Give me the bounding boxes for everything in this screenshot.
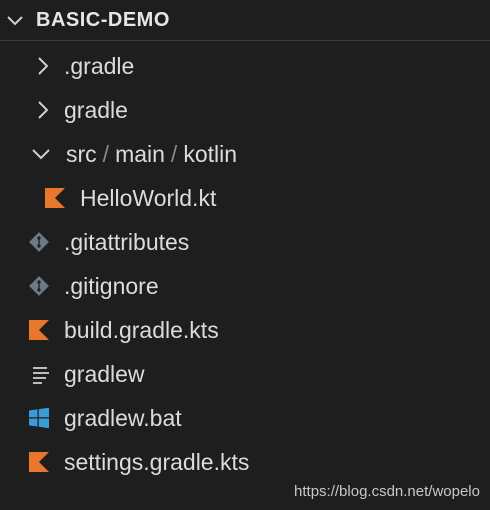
path-segment-src[interactable]: src	[66, 141, 97, 167]
tree-item-label: settings.gradle.kts	[64, 449, 250, 475]
chevron-right-icon	[38, 57, 49, 75]
tree-item-label: build.gradle.kts	[64, 317, 219, 343]
text-file-icon	[33, 367, 49, 384]
tree-item-gradle[interactable]: gradle	[0, 88, 490, 132]
tree-item-build-gradle-kts[interactable]: build.gradle.kts	[0, 308, 490, 352]
tree-item-gitattributes[interactable]: .gitattributes	[0, 220, 490, 264]
tree-item-gradlew[interactable]: gradlew	[0, 352, 490, 396]
path-separator: /	[102, 141, 110, 167]
git-file-icon	[29, 276, 49, 296]
tree-item-label: .gitattributes	[64, 229, 190, 255]
kotlin-file-icon	[45, 188, 65, 208]
tree-item-label: gradle	[64, 97, 128, 123]
kotlin-file-icon	[29, 320, 49, 340]
compact-folder-path: src / main / kotlin	[66, 141, 237, 168]
path-segment-main[interactable]: main	[115, 141, 165, 167]
git-file-icon	[29, 232, 49, 252]
path-separator: /	[170, 141, 178, 167]
chevron-down-icon[interactable]	[6, 12, 24, 30]
tree-item-label: gradlew.bat	[64, 405, 182, 431]
windows-file-icon	[29, 407, 49, 429]
tree-item-helloworld-kt[interactable]: HelloWorld.kt	[0, 176, 490, 220]
chevron-down-icon	[32, 149, 50, 160]
tree-item-src-main-kotlin[interactable]: src / main / kotlin	[0, 132, 490, 176]
tree-item-label: gradlew	[64, 361, 145, 387]
tree-item-gitignore[interactable]: .gitignore	[0, 264, 490, 308]
section-header[interactable]: BASIC-DEMO	[0, 0, 490, 41]
tree-item-label: HelloWorld.kt	[80, 185, 217, 211]
tree-item-settings-gradle-kts[interactable]: settings.gradle.kts	[0, 440, 490, 484]
tree-item-label: .gradle	[64, 53, 135, 79]
file-explorer: BASIC-DEMO .gradle gradle src / main / kotli…	[0, 0, 490, 510]
chevron-right-icon	[38, 101, 49, 119]
tree-item-gradlew-bat[interactable]: gradlew.bat	[0, 396, 490, 440]
tree-item-dot-gradle[interactable]: .gradle	[0, 44, 490, 88]
section-title: BASIC-DEMO	[36, 9, 170, 31]
kotlin-file-icon	[29, 452, 49, 472]
path-segment-kotlin[interactable]: kotlin	[183, 141, 237, 167]
tree-item-label: .gitignore	[64, 273, 159, 299]
watermark-text: https://blog.csdn.net/wopelo	[294, 483, 480, 500]
